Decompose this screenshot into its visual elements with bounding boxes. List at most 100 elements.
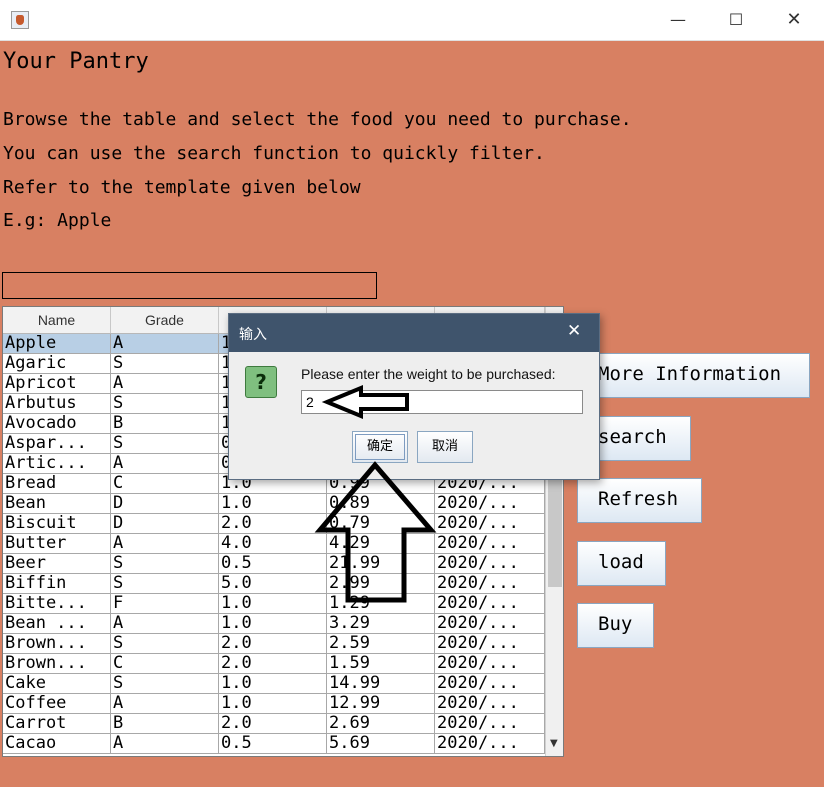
- table-cell[interactable]: S: [111, 394, 219, 413]
- table-cell[interactable]: Coffee: [3, 694, 111, 713]
- search-input[interactable]: [2, 272, 377, 299]
- column-header-grade[interactable]: Grade: [111, 307, 219, 333]
- table-cell[interactable]: S: [111, 634, 219, 653]
- table-cell[interactable]: S: [111, 554, 219, 573]
- table-cell[interactable]: Bitte...: [3, 594, 111, 613]
- table-cell[interactable]: 2.0: [219, 714, 327, 733]
- refresh-button[interactable]: Refresh: [577, 478, 702, 523]
- table-cell[interactable]: 2.69: [327, 714, 435, 733]
- table-cell[interactable]: C: [111, 474, 219, 493]
- table-row[interactable]: Cake S 1.0 14.99 2020/...: [3, 674, 545, 694]
- table-cell[interactable]: D: [111, 514, 219, 533]
- table-cell[interactable]: 2020/...: [435, 554, 545, 573]
- table-cell[interactable]: 4.29: [327, 534, 435, 553]
- table-cell[interactable]: 0.89: [327, 494, 435, 513]
- table-cell[interactable]: 2020/...: [435, 494, 545, 513]
- table-cell[interactable]: Biscuit: [3, 514, 111, 533]
- table-cell[interactable]: 5.0: [219, 574, 327, 593]
- table-cell[interactable]: 2020/...: [435, 634, 545, 653]
- table-cell[interactable]: Beer: [3, 554, 111, 573]
- table-cell[interactable]: Brown...: [3, 654, 111, 673]
- table-cell[interactable]: 2020/...: [435, 734, 545, 753]
- table-cell[interactable]: Bread: [3, 474, 111, 493]
- column-header-name[interactable]: Name: [3, 307, 111, 333]
- close-button[interactable]: ✕: [771, 6, 817, 34]
- table-cell[interactable]: 1.0: [219, 494, 327, 513]
- table-cell[interactable]: 12.99: [327, 694, 435, 713]
- table-cell[interactable]: 2020/...: [435, 674, 545, 693]
- table-cell[interactable]: 2020/...: [435, 714, 545, 733]
- table-cell[interactable]: A: [111, 374, 219, 393]
- table-cell[interactable]: 1.0: [219, 614, 327, 633]
- more-information-button[interactable]: More Information: [577, 353, 810, 398]
- table-row[interactable]: Carrot B 2.0 2.69 2020/...: [3, 714, 545, 734]
- table-cell[interactable]: B: [111, 714, 219, 733]
- table-cell[interactable]: 2020/...: [435, 694, 545, 713]
- table-cell[interactable]: 2.0: [219, 634, 327, 653]
- table-row[interactable]: Butter A 4.0 4.29 2020/...: [3, 534, 545, 554]
- minimize-button[interactable]: —: [655, 6, 701, 34]
- table-cell[interactable]: F: [111, 594, 219, 613]
- table-cell[interactable]: 4.0: [219, 534, 327, 553]
- table-cell[interactable]: 2020/...: [435, 594, 545, 613]
- table-cell[interactable]: 2020/...: [435, 614, 545, 633]
- table-cell[interactable]: Arbutus: [3, 394, 111, 413]
- table-row[interactable]: Brown... C 2.0 1.59 2020/...: [3, 654, 545, 674]
- dialog-close-button[interactable]: ✕: [567, 321, 581, 341]
- table-cell[interactable]: Artic...: [3, 454, 111, 473]
- table-row[interactable]: Bean ... A 1.0 3.29 2020/...: [3, 614, 545, 634]
- table-row[interactable]: Coffee A 1.0 12.99 2020/...: [3, 694, 545, 714]
- table-cell[interactable]: A: [111, 534, 219, 553]
- ok-button[interactable]: 确定: [352, 431, 408, 463]
- table-cell[interactable]: C: [111, 654, 219, 673]
- table-cell[interactable]: 14.99: [327, 674, 435, 693]
- table-cell[interactable]: Avocado: [3, 414, 111, 433]
- table-cell[interactable]: Carrot: [3, 714, 111, 733]
- table-cell[interactable]: 5.69: [327, 734, 435, 753]
- table-cell[interactable]: B: [111, 414, 219, 433]
- table-cell[interactable]: Biffin: [3, 574, 111, 593]
- table-cell[interactable]: 2.59: [327, 634, 435, 653]
- table-row[interactable]: Bitte... F 1.0 1.29 2020/...: [3, 594, 545, 614]
- table-cell[interactable]: S: [111, 574, 219, 593]
- buy-button[interactable]: Buy: [577, 603, 654, 648]
- table-cell[interactable]: Cake: [3, 674, 111, 693]
- table-cell[interactable]: 1.0: [219, 674, 327, 693]
- table-cell[interactable]: A: [111, 334, 219, 353]
- table-cell[interactable]: 2020/...: [435, 514, 545, 533]
- table-cell[interactable]: Bean ...: [3, 614, 111, 633]
- table-cell[interactable]: 0.5: [219, 734, 327, 753]
- table-cell[interactable]: 1.0: [219, 594, 327, 613]
- table-cell[interactable]: Aspar...: [3, 434, 111, 453]
- weight-input[interactable]: 2: [301, 390, 583, 414]
- table-cell[interactable]: Apple: [3, 334, 111, 353]
- maximize-button[interactable]: ☐: [713, 6, 759, 34]
- table-cell[interactable]: Agaric: [3, 354, 111, 373]
- table-cell[interactable]: 2020/...: [435, 534, 545, 553]
- table-cell[interactable]: A: [111, 734, 219, 753]
- table-row[interactable]: Beer S 0.5 21.99 2020/...: [3, 554, 545, 574]
- scroll-down-icon[interactable]: ▼: [550, 738, 558, 749]
- table-cell[interactable]: A: [111, 614, 219, 633]
- table-cell[interactable]: 0.79: [327, 514, 435, 533]
- table-row[interactable]: Cacao A 0.5 5.69 2020/...: [3, 734, 545, 754]
- table-cell[interactable]: 2.0: [219, 654, 327, 673]
- table-cell[interactable]: Butter: [3, 534, 111, 553]
- table-cell[interactable]: 2020/...: [435, 574, 545, 593]
- cancel-button[interactable]: 取消: [417, 431, 473, 463]
- table-cell[interactable]: Cacao: [3, 734, 111, 753]
- table-cell[interactable]: Bean: [3, 494, 111, 513]
- table-cell[interactable]: Brown...: [3, 634, 111, 653]
- table-cell[interactable]: 1.29: [327, 594, 435, 613]
- table-cell[interactable]: 0.5: [219, 554, 327, 573]
- load-button[interactable]: load: [577, 541, 666, 586]
- table-cell[interactable]: 21.99: [327, 554, 435, 573]
- table-row[interactable]: Biffin S 5.0 2.99 2020/...: [3, 574, 545, 594]
- table-cell[interactable]: S: [111, 354, 219, 373]
- table-cell[interactable]: 2020/...: [435, 654, 545, 673]
- table-cell[interactable]: A: [111, 694, 219, 713]
- table-cell[interactable]: S: [111, 674, 219, 693]
- table-row[interactable]: Brown... S 2.0 2.59 2020/...: [3, 634, 545, 654]
- table-cell[interactable]: Apricot: [3, 374, 111, 393]
- table-cell[interactable]: 2.0: [219, 514, 327, 533]
